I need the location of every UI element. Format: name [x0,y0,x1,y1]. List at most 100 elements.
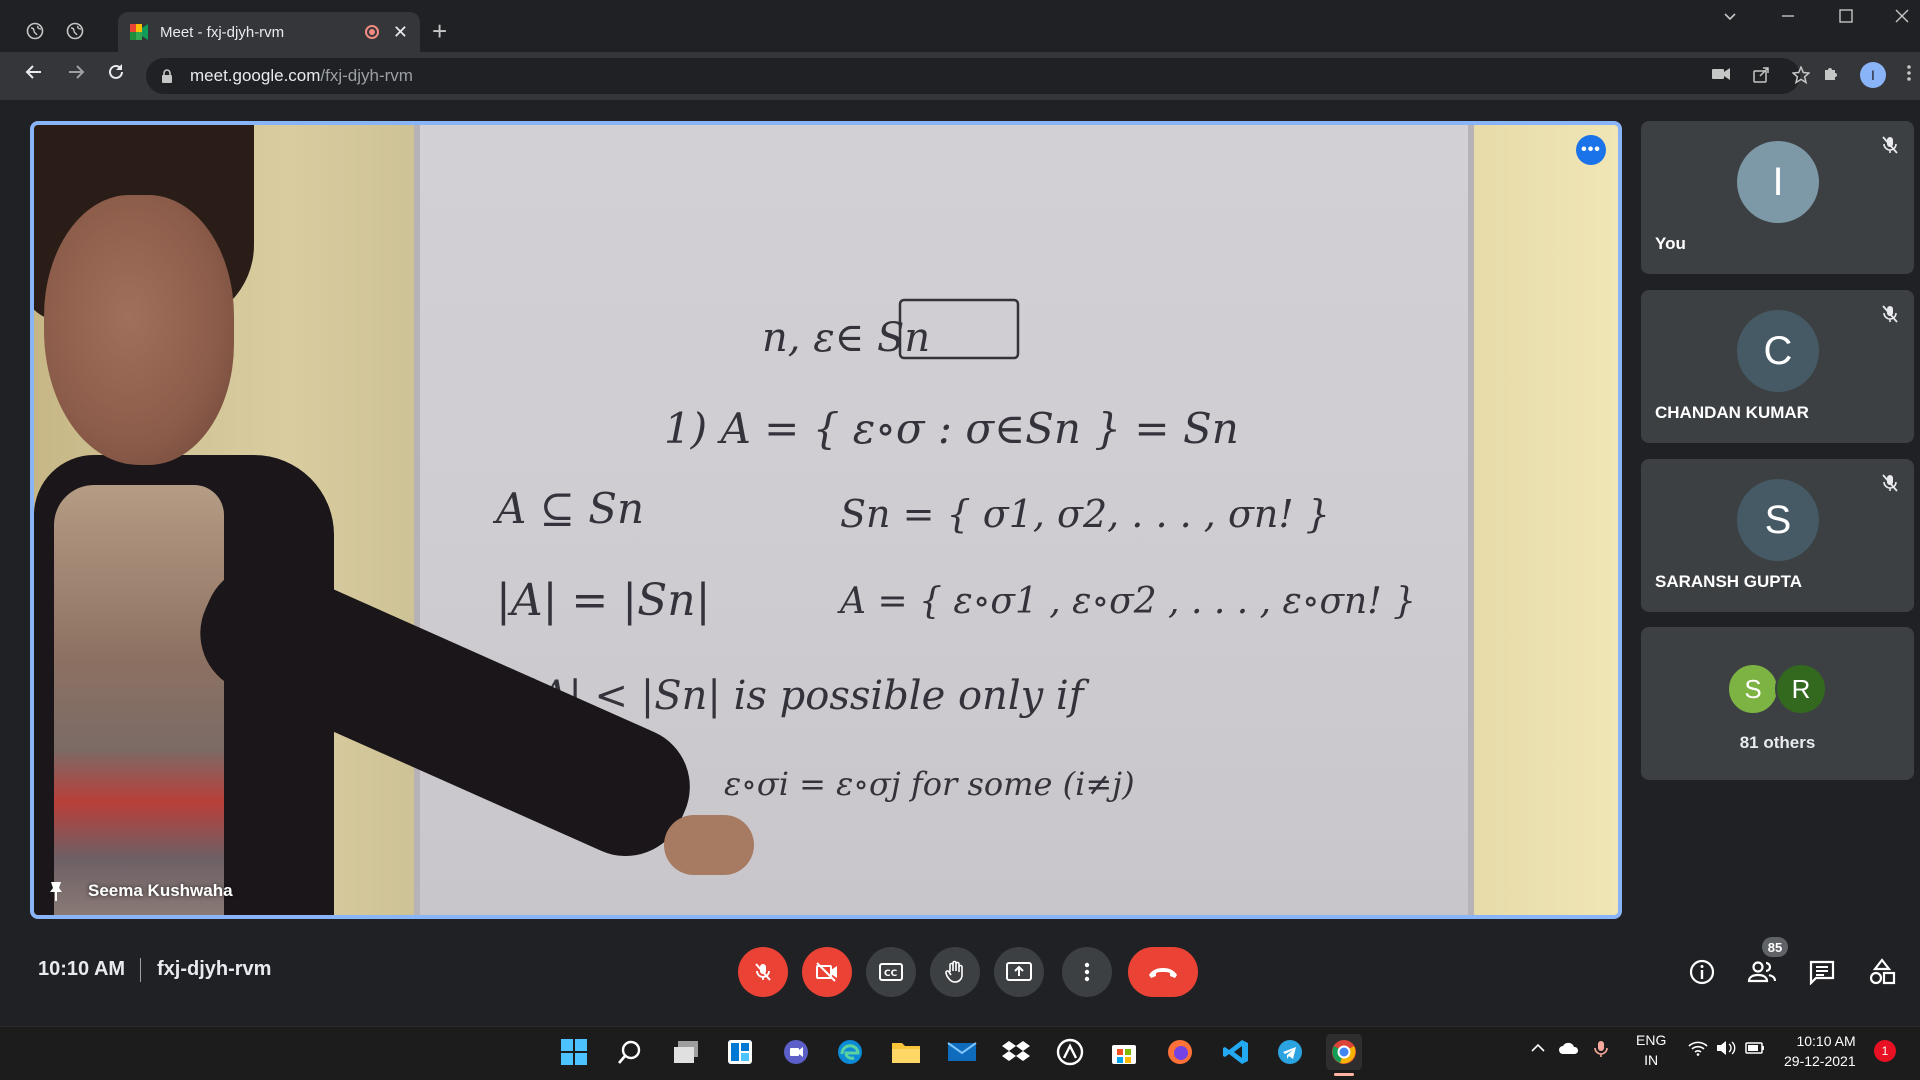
captions-button[interactable]: CC [866,947,916,997]
camera-in-use-icon[interactable] [1712,66,1730,89]
tab-title: Meet - fxj-djyh-rvm [160,23,285,41]
board-line-8: ε∘σi = ε∘σj for some (i≠j) [724,765,1135,803]
camera-off-icon [816,962,837,982]
store-icon[interactable] [1106,1034,1142,1070]
share-icon[interactable] [1752,66,1770,89]
browser-menu-icon[interactable] [1906,64,1912,87]
microphone-toggle-button[interactable] [738,947,788,997]
new-tab-button[interactable]: + [432,18,447,44]
avatar: R [1775,663,1827,715]
active-app-indicator [1334,1073,1354,1076]
globe-icon[interactable] [62,18,88,44]
board-line-6: A = { ε∘σ1 , ε∘σ2 , . . . , ε∘σn! } [837,581,1416,622]
mic-off-icon [1880,473,1900,493]
avatar: S [1737,479,1819,561]
chrome-icon[interactable] [1326,1034,1362,1070]
more-options-button[interactable] [1062,947,1112,997]
others-count-label: 81 others [1739,733,1816,752]
participant-tile[interactable]: I You [1641,121,1914,274]
file-explorer-icon[interactable] [888,1034,924,1070]
input-language-indicator[interactable]: ENG IN [1636,1030,1666,1070]
language-code: ENG [1636,1032,1667,1048]
board-line-1: n, ε∈ Sn [762,315,930,361]
profile-avatar[interactable]: I [1860,62,1886,88]
wifi-icon[interactable] [1688,1040,1708,1059]
chat-icon [1809,960,1835,985]
maximize-icon[interactable] [1838,8,1854,29]
more-vert-icon [1084,962,1090,982]
mic-off-icon [755,963,771,981]
participant-name: You [1655,234,1686,253]
mail-icon[interactable] [944,1034,980,1070]
presenter-video [34,125,754,915]
hang-up-icon [1149,968,1177,978]
forward-icon[interactable] [66,62,86,88]
captions-icon: CC [879,963,903,981]
system-clock[interactable]: 10:10 AM 29-12-2021 [1784,1031,1856,1071]
leave-call-button[interactable] [1128,947,1198,997]
extensions-icon[interactable] [1822,64,1840,87]
url-path: /fxj-djyh-rvm [320,66,413,85]
tab-meet[interactable]: Meet - fxj-djyh-rvm ✕ [118,12,420,52]
people-icon [1747,961,1777,983]
microphone-icon[interactable] [1594,1040,1608,1061]
mic-off-icon [1880,135,1900,155]
avatar: I [1737,141,1819,223]
minimize-icon[interactable] [1780,8,1796,29]
board-line-3: A ⊆ Sn [492,484,644,533]
avatar: C [1737,310,1819,392]
board-line-4: Sn = { σ1, σ2, . . . , σn! } [840,492,1330,536]
tab-search-icon[interactable] [1722,8,1738,29]
window-edge [0,100,8,1026]
back-icon[interactable] [24,62,44,88]
battery-icon[interactable] [1744,1040,1766,1059]
avatar: S [1727,663,1779,715]
activities-button[interactable] [1865,955,1899,989]
teams-chat-icon[interactable] [778,1034,814,1070]
main-video-tile[interactable]: n, ε∈ Sn 1) A = { ε∘σ : σ∈Sn } = Sn A ⊆ … [30,121,1622,919]
search-icon[interactable] [612,1034,648,1070]
task-view-icon[interactable] [668,1034,704,1070]
url-host: meet.google.com [190,66,321,85]
region-code: IN [1644,1052,1659,1068]
participant-tile[interactable]: C CHANDAN KUMAR [1641,290,1914,443]
pin-icon[interactable] [44,879,68,903]
participant-name: SARANSH GUPTA [1655,572,1803,591]
edge-icon[interactable] [832,1034,868,1070]
meeting-details-button[interactable] [1685,955,1719,989]
participant-name: CHANDAN KUMAR [1655,403,1809,422]
board-line-5: |A| = |Sn| [496,575,710,626]
widgets-icon[interactable] [722,1034,758,1070]
close-window-icon[interactable] [1894,8,1910,29]
address-bar[interactable]: meet.google.com /fxj-djyh-rvm [146,58,1800,94]
dropbox-icon[interactable] [998,1034,1034,1070]
chat-button[interactable] [1805,955,1839,989]
start-icon[interactable] [556,1034,592,1070]
participant-tile[interactable]: S SARANSH GUPTA [1641,459,1914,612]
camera-toggle-button[interactable] [802,947,852,997]
tile-options-button[interactable]: ••• [1576,135,1606,165]
mic-off-icon [1880,304,1900,324]
globe-icon[interactable] [22,18,48,44]
info-icon [1689,959,1715,985]
people-button[interactable] [1745,955,1779,989]
app-icon[interactable] [1052,1034,1088,1070]
volume-icon[interactable] [1716,1040,1736,1059]
onedrive-icon[interactable] [1558,1040,1580,1059]
raise-hand-button[interactable] [930,947,980,997]
present-screen-button[interactable] [994,947,1044,997]
vscode-icon[interactable] [1218,1034,1254,1070]
bookmark-star-icon[interactable] [1791,65,1811,89]
chevron-up-icon[interactable] [1530,1040,1546,1059]
telegram-icon[interactable] [1272,1034,1308,1070]
notification-badge[interactable]: 1 [1874,1040,1896,1062]
svg-text:CC: CC [884,969,898,979]
others-tile[interactable]: S R 81 others [1641,627,1914,780]
people-count-badge: 85 [1762,937,1788,957]
firefox-icon[interactable] [1162,1034,1198,1070]
reload-icon[interactable] [106,62,126,88]
meeting-time: 10:10 AM [38,958,126,980]
hand-icon [945,960,963,983]
lock-icon[interactable] [160,68,174,84]
tab-close-icon[interactable]: ✕ [393,22,408,43]
